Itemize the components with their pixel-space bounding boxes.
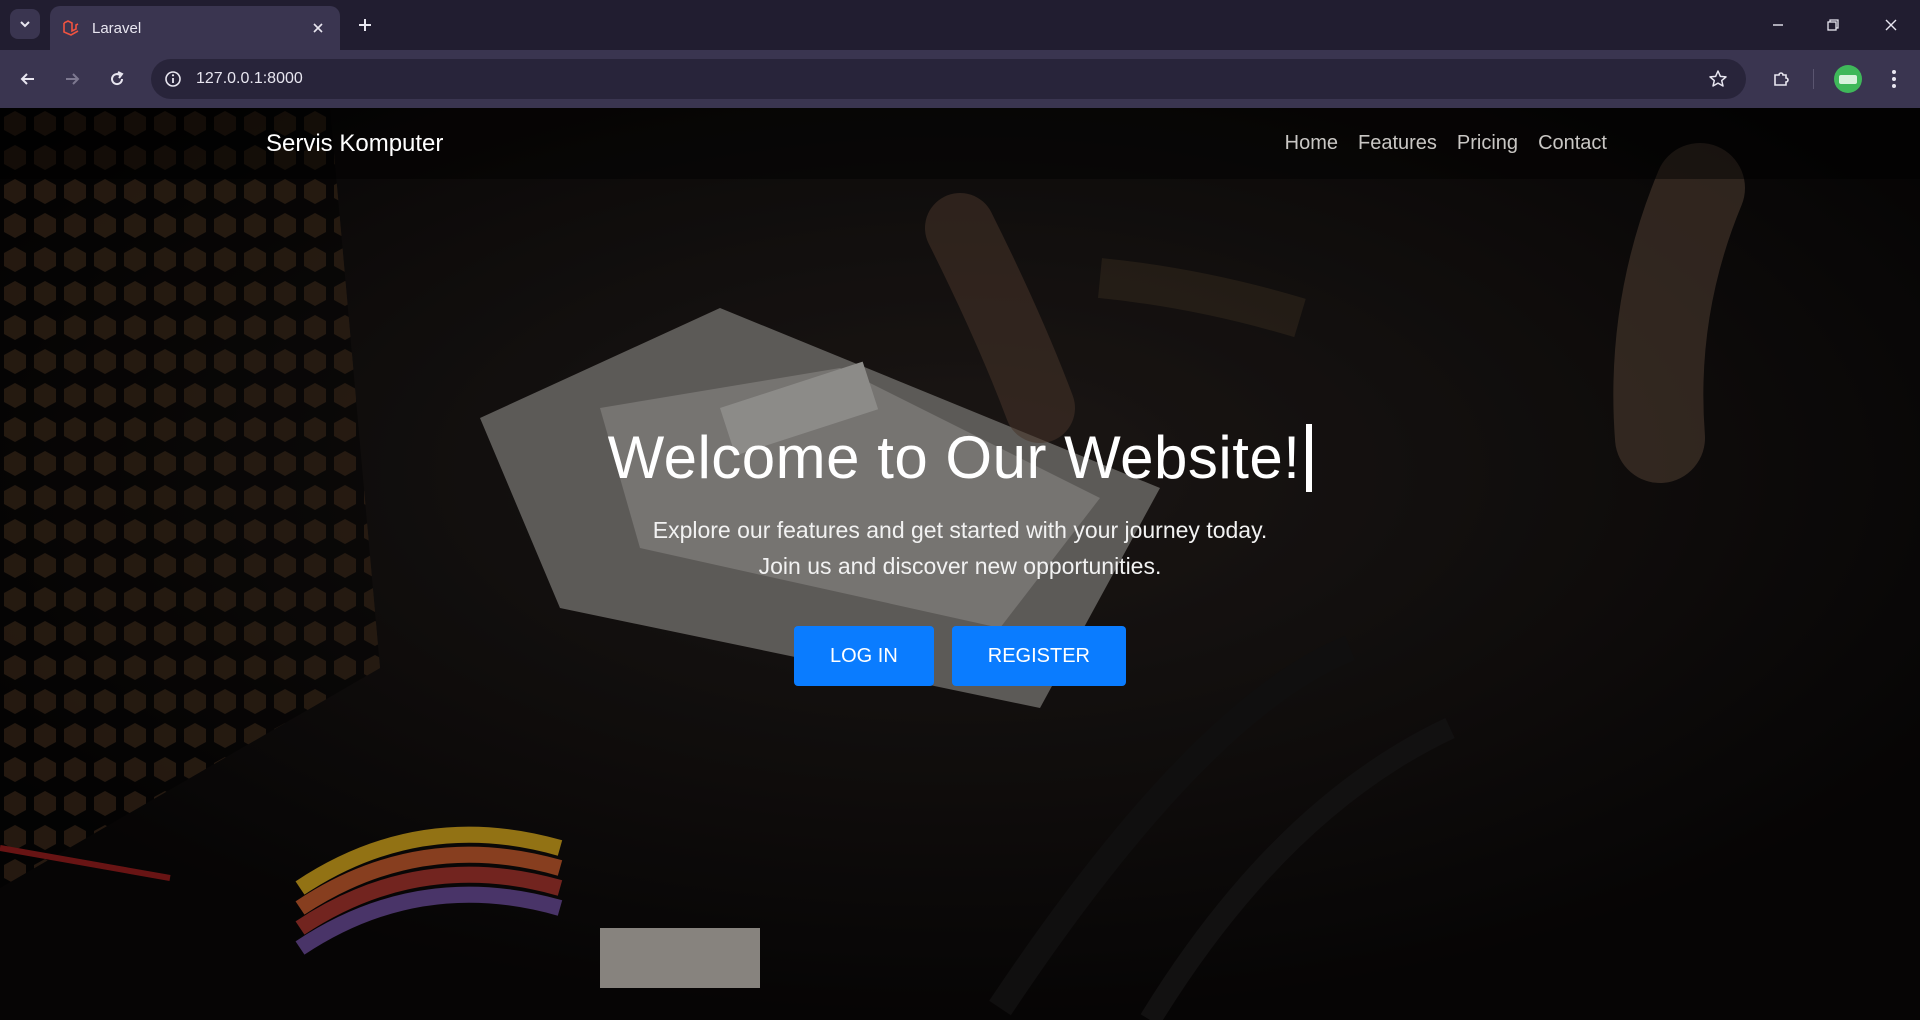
star-icon [1709,70,1727,87]
new-tab-button[interactable] [352,12,378,38]
restore-button[interactable] [1818,10,1848,40]
close-icon [313,23,323,33]
hero-buttons: LOG IN REGISTER [0,626,1920,686]
profile-avatar[interactable] [1834,65,1862,93]
address-bar[interactable]: 127.0.0.1:8000 [151,59,1746,99]
register-button[interactable]: REGISTER [951,626,1127,686]
puzzle-icon [1774,72,1789,86]
arrow-left-icon [20,73,34,85]
hero-section: Welcome to Our Website! Explore our feat… [0,423,1920,686]
hero-title: Welcome to Our Website! [608,423,1313,492]
browser-menu-button[interactable] [1879,64,1909,94]
tab-close-button[interactable] [308,18,328,38]
arrow-right-icon [66,73,80,85]
minimize-button[interactable] [1763,10,1793,40]
nav-pricing[interactable]: Pricing [1457,132,1518,155]
browser-toolbar: 127.0.0.1:8000 [0,50,1920,108]
page-viewport: Servis Komputer Home Features Pricing Co… [0,108,1920,1020]
forward-button[interactable] [57,64,87,94]
site-info-button[interactable] [161,67,185,91]
nav-features[interactable]: Features [1358,132,1437,155]
chevron-down-icon [20,21,30,28]
laravel-icon [63,20,79,36]
nav-contact[interactable]: Contact [1538,132,1607,155]
bookmark-button[interactable] [1706,67,1730,91]
nav-home[interactable]: Home [1285,132,1338,155]
login-button[interactable]: LOG IN [793,626,934,686]
site-brand[interactable]: Servis Komputer [266,130,443,158]
back-button[interactable] [13,64,43,94]
url-text[interactable]: 127.0.0.1:8000 [196,70,303,88]
extensions-button[interactable] [1766,64,1796,94]
text-cursor [1306,424,1313,492]
reload-button[interactable] [102,64,132,94]
close-icon [1885,19,1897,31]
kebab-menu-icon [1892,70,1896,88]
plus-icon [359,19,371,31]
nav-links: Home Features Pricing Contact [1285,132,1607,155]
site-navbar: Servis Komputer Home Features Pricing Co… [0,108,1920,179]
hero-title-text: Welcome to Our Website! [607,424,1301,491]
tab-title: Laravel [92,19,142,37]
minimize-icon [1773,24,1783,26]
info-icon [165,71,181,87]
browser-tab[interactable]: Laravel [50,6,340,50]
tab-search-button[interactable] [10,9,40,39]
close-window-button[interactable] [1876,10,1906,40]
hero-subtitle-line1: Explore our features and get started wit… [652,517,1268,543]
hero-subtitle: Explore our features and get started wit… [0,512,1920,584]
toolbar-separator [1813,69,1814,89]
reload-icon [111,71,124,86]
restore-icon [1827,19,1839,31]
hero-subtitle-line2: Join us and discover new opportunities. [758,553,1162,579]
avatar-image [1839,74,1857,84]
browser-tabstrip: Laravel [0,0,1920,50]
